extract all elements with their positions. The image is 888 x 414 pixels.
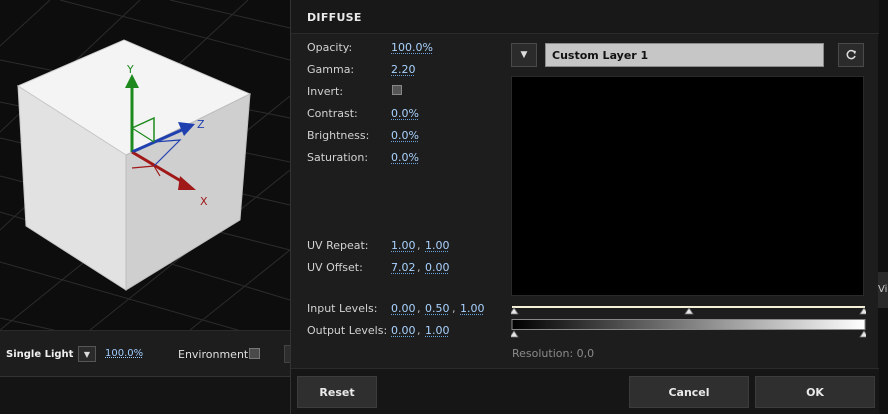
- saturation-label: Saturation:: [307, 151, 369, 164]
- invert-checkbox[interactable]: [392, 85, 402, 95]
- output-low-handle[interactable]: [511, 330, 519, 338]
- contrast-label: Contrast:: [307, 107, 358, 120]
- uv-offset-v-value[interactable]: 0.00: [425, 261, 450, 277]
- input-levels-high-value[interactable]: 1.00: [460, 302, 485, 318]
- separator: ,: [417, 239, 421, 252]
- separator: ,: [417, 302, 421, 315]
- invert-label: Invert:: [307, 85, 344, 98]
- output-levels-high-value[interactable]: 1.00: [425, 324, 450, 340]
- texture-preview: [511, 76, 864, 296]
- brightness-label: Brightness:: [307, 129, 370, 142]
- dialog-title: DIFFUSE: [291, 0, 879, 34]
- y-axis-label: Y: [126, 63, 134, 76]
- separator: ,: [417, 261, 421, 274]
- cube[interactable]: [16, 39, 252, 291]
- input-levels-label: Input Levels:: [307, 302, 378, 315]
- input-low-handle[interactable]: [511, 307, 519, 315]
- light-mode-select[interactable]: Single Light ▼: [4, 345, 98, 363]
- environment-label: Environment: [178, 348, 249, 361]
- chevron-down-icon[interactable]: ▼: [78, 346, 96, 362]
- layer-name-field[interactable]: Custom Layer 1: [545, 43, 824, 67]
- output-high-handle[interactable]: [859, 330, 866, 338]
- output-levels-slider[interactable]: [511, 319, 866, 339]
- separator: ,: [417, 324, 421, 337]
- refresh-icon: [846, 49, 856, 60]
- viewport-toolbar: Single Light ▼ 100.0% Environment: [0, 330, 290, 376]
- output-levels-label: Output Levels:: [307, 324, 388, 337]
- uv-repeat-label: UV Repeat:: [307, 239, 369, 252]
- input-levels-mid-value[interactable]: 0.50: [425, 302, 450, 318]
- input-high-handle[interactable]: [859, 307, 866, 315]
- output-levels-gradient: [511, 319, 866, 330]
- brightness-value[interactable]: 0.0%: [391, 129, 419, 145]
- z-axis-label: Z: [197, 118, 205, 131]
- uv-repeat-u-value[interactable]: 1.00: [391, 239, 416, 255]
- refresh-layer-button[interactable]: [838, 43, 864, 67]
- view-tab-peek[interactable]: Vie: [878, 272, 888, 308]
- gamma-value[interactable]: 2.20: [391, 63, 416, 79]
- saturation-value[interactable]: 0.0%: [391, 151, 419, 167]
- uv-repeat-v-value[interactable]: 1.00: [425, 239, 450, 255]
- light-intensity-value[interactable]: 100.0%: [105, 348, 143, 359]
- input-mid-handle[interactable]: [684, 307, 694, 315]
- layer-dropdown-button[interactable]: ▼: [511, 43, 537, 67]
- contrast-value[interactable]: 0.0%: [391, 107, 419, 123]
- right-edge-panel: Vie: [878, 0, 888, 414]
- uv-offset-u-value[interactable]: 7.02: [391, 261, 416, 277]
- separator: ,: [452, 302, 456, 315]
- light-mode-value: Single Light: [6, 348, 74, 360]
- input-levels-low-value[interactable]: 0.00: [391, 302, 416, 318]
- x-axis-label: X: [200, 195, 208, 208]
- uv-offset-label: UV Offset:: [307, 261, 363, 274]
- opacity-value[interactable]: 100.0%: [391, 41, 433, 57]
- opacity-label: Opacity:: [307, 41, 353, 54]
- diffuse-dialog: DIFFUSE Opacity: 100.0% Gamma: 2.20 Inve…: [290, 0, 879, 414]
- resolution-readout: Resolution: 0,0: [512, 347, 595, 360]
- gamma-label: Gamma:: [307, 63, 355, 76]
- reset-button[interactable]: Reset: [297, 376, 377, 408]
- input-levels-slider[interactable]: [511, 304, 866, 316]
- dialog-footer: Reset Cancel OK: [291, 368, 879, 414]
- bottom-panel-strip: [0, 376, 290, 414]
- 3d-viewport[interactable]: Y Z X: [0, 0, 290, 330]
- output-levels-low-value[interactable]: 0.00: [391, 324, 416, 340]
- environment-checkbox[interactable]: [249, 348, 260, 359]
- ok-button[interactable]: OK: [755, 376, 875, 408]
- chevron-down-icon: ▼: [520, 50, 528, 60]
- cancel-button[interactable]: Cancel: [629, 376, 749, 408]
- viewport-scene: Y Z X: [0, 0, 290, 330]
